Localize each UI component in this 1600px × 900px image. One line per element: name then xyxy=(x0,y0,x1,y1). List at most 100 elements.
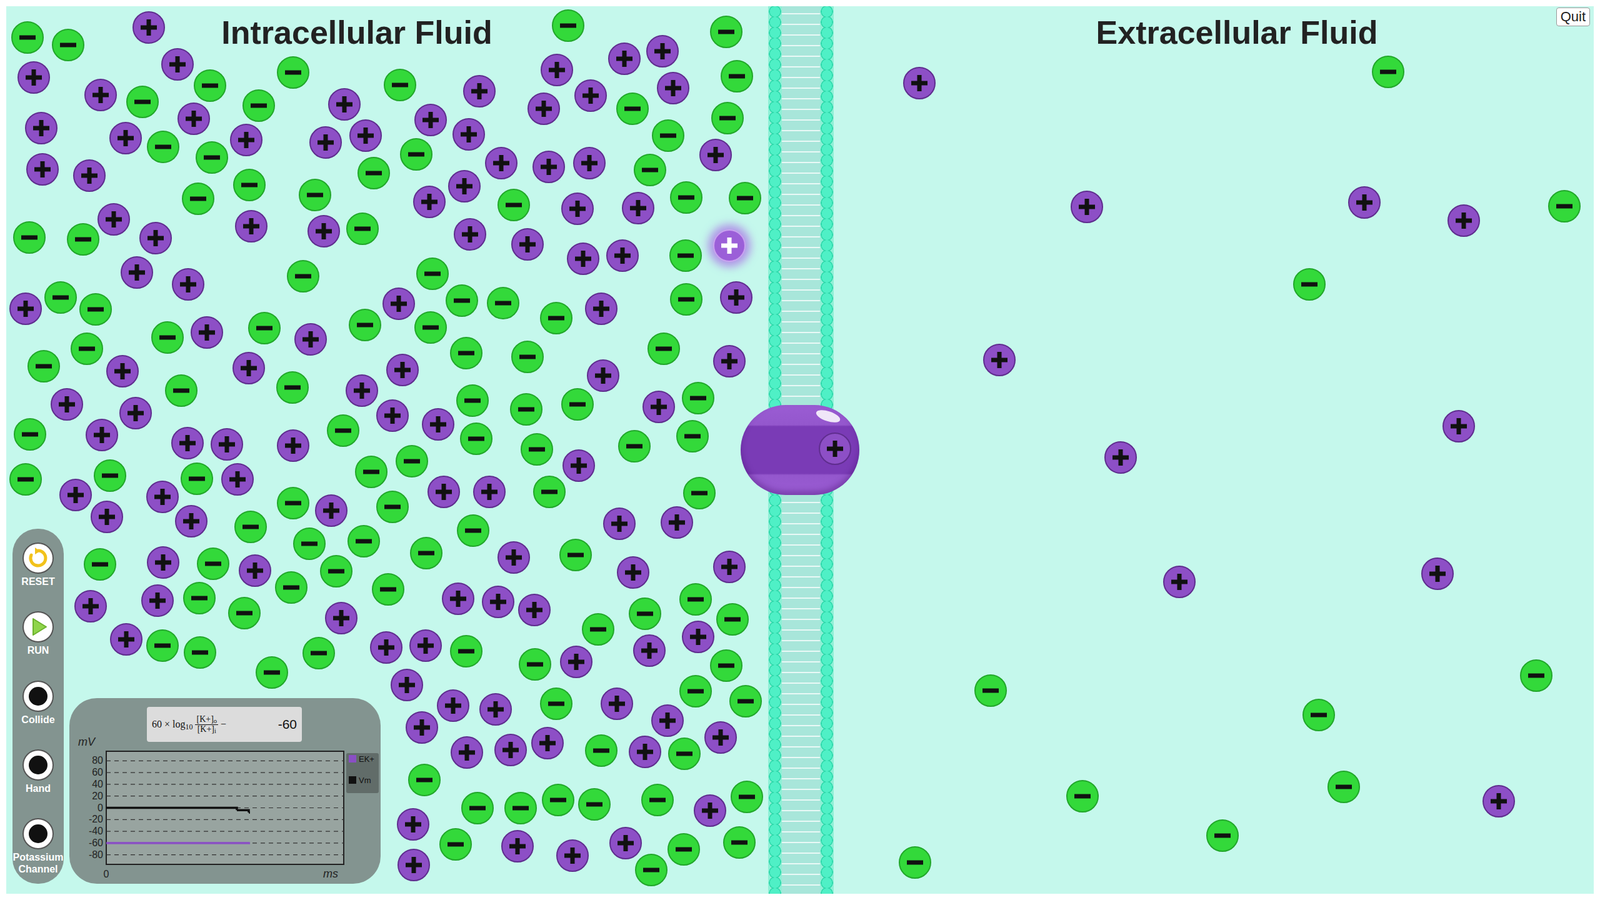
cation-icon xyxy=(50,388,84,421)
cation-icon xyxy=(119,396,152,430)
anion-icon xyxy=(1520,659,1553,692)
anion-icon xyxy=(146,629,179,662)
anion-icon xyxy=(540,687,573,720)
svg-text:80: 80 xyxy=(91,755,104,766)
cation-icon xyxy=(1447,204,1480,237)
anion-icon xyxy=(79,293,112,326)
anion-icon xyxy=(1302,698,1335,732)
anion-icon xyxy=(728,181,762,215)
cation-icon xyxy=(561,192,594,225)
anion-icon xyxy=(581,613,615,646)
cation-icon xyxy=(573,146,606,180)
cation-icon xyxy=(386,353,419,387)
cation-icon xyxy=(109,121,142,155)
control-button[interactable]: RUN xyxy=(13,611,63,657)
run-icon[interactable] xyxy=(22,611,54,643)
anion-icon xyxy=(679,583,712,616)
cation-icon xyxy=(84,78,117,112)
anion-icon xyxy=(276,56,310,89)
anion-icon xyxy=(628,597,662,630)
nernst-formula: 60 × log10[K+]o[K+]i−-60 xyxy=(146,706,302,742)
anion-icon xyxy=(633,153,667,187)
anion-icon xyxy=(9,463,42,496)
anion-icon xyxy=(416,257,449,290)
control-button[interactable]: Potassium Channel xyxy=(13,818,63,875)
anion-icon xyxy=(559,538,592,572)
anion-icon xyxy=(460,422,493,455)
anion-icon xyxy=(293,527,326,560)
cation-icon xyxy=(190,316,224,349)
cation-icon xyxy=(441,582,475,615)
cation-icon xyxy=(511,228,544,261)
cation-icon xyxy=(421,408,455,441)
toggle-icon[interactable] xyxy=(22,818,54,850)
anion-icon xyxy=(286,260,320,293)
cation-icon xyxy=(146,480,179,514)
toggle-icon[interactable] xyxy=(22,749,54,781)
potential-chart: 806040200-20-40-60-80mV0msEK+Vm60 × log1… xyxy=(69,698,381,884)
cation-icon xyxy=(73,159,106,192)
anion-icon xyxy=(439,828,472,861)
series-line xyxy=(106,842,250,844)
anion-icon xyxy=(228,596,261,630)
reset-icon[interactable] xyxy=(22,542,54,574)
control-button[interactable]: Collide xyxy=(13,680,63,726)
cation-icon xyxy=(518,593,551,627)
toggle-icon[interactable] xyxy=(22,680,54,712)
anion-icon xyxy=(540,301,573,335)
control-button[interactable]: RESET xyxy=(13,542,63,588)
cation-icon xyxy=(501,830,534,863)
cation-icon xyxy=(603,507,636,540)
anion-icon xyxy=(578,788,611,821)
cation-icon xyxy=(171,268,205,301)
anion-icon xyxy=(683,476,716,510)
anion-icon xyxy=(511,340,544,374)
cation-icon xyxy=(628,735,662,769)
cation-icon xyxy=(294,323,327,356)
cation-icon xyxy=(349,119,382,152)
control-panel: RESET RUN Collide Hand Potassium Channel xyxy=(12,528,64,884)
control-button[interactable]: Hand xyxy=(13,749,63,795)
anion-icon xyxy=(711,101,744,135)
anion-icon xyxy=(730,780,764,814)
anion-icon xyxy=(461,791,494,825)
cation-icon xyxy=(1163,565,1196,599)
cation-icon xyxy=(397,848,430,882)
cation-icon xyxy=(325,601,358,635)
cation-icon xyxy=(586,359,620,392)
cation-icon xyxy=(450,736,484,769)
anion-icon xyxy=(414,311,447,344)
anion-icon xyxy=(486,286,520,320)
cation-icon xyxy=(660,506,694,539)
cation-icon xyxy=(1348,186,1381,219)
anion-icon xyxy=(667,833,700,866)
cation-icon xyxy=(1482,785,1515,818)
cation-icon xyxy=(485,146,518,180)
cation-icon xyxy=(481,585,515,619)
anion-icon xyxy=(616,92,649,125)
anion-icon xyxy=(456,514,490,547)
cation-icon xyxy=(235,210,268,243)
anion-icon xyxy=(716,603,749,636)
cation-icon xyxy=(608,42,641,75)
region-title: Intracellular Fluid xyxy=(221,15,492,51)
cation-icon xyxy=(656,71,690,105)
svg-text:40: 40 xyxy=(91,778,104,790)
anion-icon xyxy=(11,21,44,54)
anion-icon xyxy=(710,649,743,682)
svg-text:0: 0 xyxy=(97,802,104,814)
anion-icon xyxy=(679,675,712,708)
anion-icon xyxy=(585,734,618,767)
anion-icon xyxy=(641,783,674,817)
cation-icon xyxy=(405,711,439,744)
anion-icon xyxy=(51,28,85,62)
anion-icon xyxy=(510,393,543,426)
cation-icon xyxy=(376,399,409,432)
quit-button[interactable]: Quit xyxy=(1556,7,1590,27)
anion-icon xyxy=(1066,780,1099,813)
svg-text:-40: -40 xyxy=(88,825,104,837)
anion-icon xyxy=(1548,190,1581,223)
anion-icon xyxy=(298,178,332,212)
cation-icon xyxy=(606,239,639,272)
anion-icon xyxy=(670,181,703,214)
